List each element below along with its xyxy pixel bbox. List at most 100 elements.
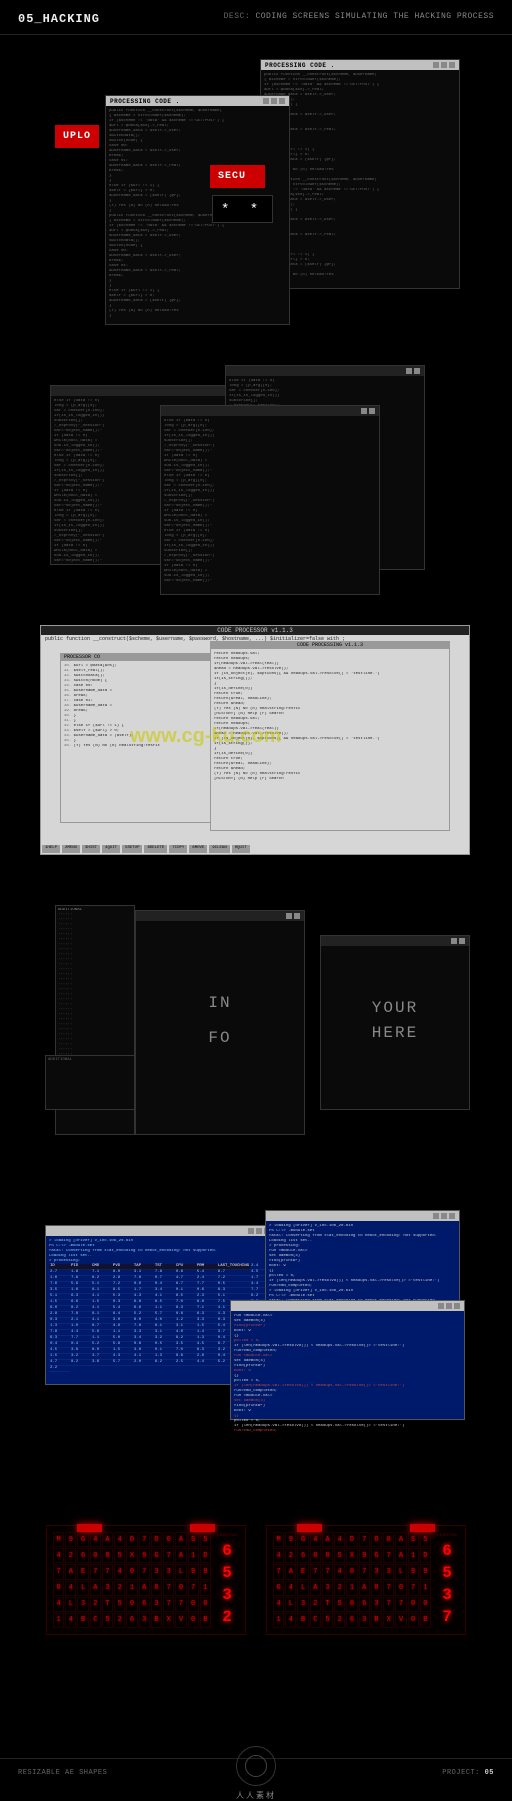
cipher-cell: M (53, 1532, 64, 1547)
terminal-footer-button[interactable]: 6DELETE (144, 845, 167, 853)
window-titlebar[interactable] (266, 1211, 459, 1221)
cipher-cell: 0 (273, 1581, 284, 1596)
editor-window-3: else if (data != 0) long = (p_arg)[0]; v… (160, 405, 380, 595)
cipher-cell: A (65, 1564, 76, 1579)
cipher-cell: B (77, 1613, 88, 1628)
cipher-cell: L (395, 1564, 406, 1579)
cipher-digit: 6 (435, 1542, 459, 1560)
cipher-cell: S (408, 1532, 419, 1547)
window-body: return headups.val;return headups; if(he… (211, 649, 449, 785)
cipher-cell: X (346, 1548, 357, 1563)
window-titlebar[interactable] (161, 406, 379, 416)
section-1-dark-code: UPLO PROCESSING CODE . public function _… (0, 35, 512, 345)
cipher-cell: 8 (151, 1581, 162, 1596)
cipher-cell: A (310, 1581, 321, 1596)
cipher-cell: 2 (90, 1597, 101, 1612)
cipher-cell: 5 (420, 1532, 431, 1547)
stars-box: * * (212, 195, 273, 223)
cipher-cell: 4 (65, 1581, 76, 1596)
secure-badge: SECU (210, 165, 265, 188)
terminal-footer-button[interactable]: 8MOVE (189, 845, 207, 853)
footer-logo-icon (236, 1746, 276, 1786)
cipher-cell: L (297, 1581, 308, 1596)
cipher-cell: A (90, 1581, 101, 1596)
cipher-cell: 4 (334, 1532, 345, 1547)
page-description: DESC: CODING SCREENS SIMULATING THE HACK… (224, 12, 494, 21)
cipher-digit: 3 (435, 1586, 459, 1604)
cipher-cell: B (420, 1613, 431, 1628)
cipher-cell: 4 (114, 1564, 125, 1579)
terminal-footer-button[interactable]: 1HELP (42, 845, 60, 853)
window-titlebar[interactable] (321, 936, 469, 946)
cipher-cell: 7 (322, 1564, 333, 1579)
cipher-label: LOADING (435, 1534, 459, 1538)
cipher-cell: B (371, 1613, 382, 1628)
cipher-cell: 1 (126, 1581, 137, 1596)
cipher-digit: 5 (215, 1564, 239, 1582)
cipher-cell: C (310, 1613, 321, 1628)
cipher-cell: 8 (371, 1581, 382, 1596)
terminal-footer-button[interactable]: 5SETUP (122, 845, 142, 853)
cipher-cell: 7 (102, 1564, 113, 1579)
cipher-cell: 7 (359, 1532, 370, 1547)
cipher-cell: G (77, 1532, 88, 1547)
cipher-cell: 6 (126, 1613, 137, 1628)
cipher-cell: A (139, 1581, 150, 1596)
window-body: public function __construct($scheme, $us… (261, 70, 459, 286)
cipher-cell: O (151, 1532, 162, 1547)
cipher-cell: 4 (273, 1548, 284, 1563)
cipher-cell: D (420, 1548, 431, 1563)
cipher-cell: 1 (420, 1581, 431, 1596)
cipher-cell: 9 (200, 1564, 211, 1579)
section-2-editors: else if (data != 0) long = (p_arg)[0]; v… (0, 365, 512, 605)
terminal-footer-button[interactable]: 0QUIT (232, 845, 250, 853)
cipher-cell: 0 (126, 1564, 137, 1579)
placeholder-line: FO (208, 1036, 231, 1041)
window-titlebar[interactable]: PROCESSING CODE . (261, 60, 459, 70)
cipher-cell: 7 (163, 1581, 174, 1596)
terminal-footer-button[interactable]: 7COPY (169, 845, 187, 853)
window-titlebar[interactable] (51, 386, 254, 396)
terminal-footer-button[interactable]: 3HIST (82, 845, 100, 853)
cipher-cell: 7 (310, 1564, 321, 1579)
cipher-cell: L (65, 1597, 76, 1612)
cipher-cell: E (297, 1564, 308, 1579)
window-controls[interactable] (263, 98, 285, 104)
window-titlebar[interactable] (226, 366, 424, 376)
window-titlebar[interactable] (231, 1301, 464, 1311)
cipher-cell: 1 (53, 1613, 64, 1628)
cipher-cell: 4 (114, 1532, 125, 1547)
cipher-digit: 5 (435, 1564, 459, 1582)
cipher-cell: 7 (395, 1597, 406, 1612)
terminal-footer-button[interactable]: 9CLEAN (209, 845, 229, 853)
cipher-cell: 2 (114, 1581, 125, 1596)
cipher-cell: 1 (408, 1548, 419, 1563)
window-titlebar[interactable] (136, 911, 304, 921)
cipher-cell: 9 (359, 1548, 370, 1563)
cipher-grid: M9G4A4D7O0AS5426085X9G7A1D7AE7740733L990… (273, 1532, 431, 1628)
cipher-cell: B (151, 1613, 162, 1628)
cipher-cell: 0 (310, 1548, 321, 1563)
upload-badge: UPLO (55, 125, 99, 148)
cipher-cell: 7 (163, 1548, 174, 1563)
cipher-cell: 9 (139, 1548, 150, 1563)
cipher-cell: M (273, 1532, 284, 1547)
cipher-cell: 3 (77, 1597, 88, 1612)
cipher-cell: 4 (53, 1548, 64, 1563)
window-titlebar[interactable] (46, 1226, 274, 1236)
cipher-cell: 8 (322, 1548, 333, 1563)
cipher-cell: A (175, 1548, 186, 1563)
cipher-cell: 0 (163, 1532, 174, 1547)
terminal-footer-button[interactable]: 4QUIT (102, 845, 120, 853)
cipher-cell: 1 (200, 1581, 211, 1596)
stars-text: * * (221, 202, 264, 218)
terminal-footer-button[interactable]: 2MENU (62, 845, 80, 853)
section-5-blue-console: > loading [driver] v_10c.10b_20.binPS C:… (0, 1205, 512, 1465)
cipher-side: LOADING 6 5 3 2 (211, 1532, 239, 1628)
window-controls[interactable] (433, 62, 455, 68)
cipher-cell: X (163, 1613, 174, 1628)
cipher-cell: 0 (188, 1597, 199, 1612)
cipher-cell: 4 (273, 1597, 284, 1612)
cipher-cell: L (285, 1597, 296, 1612)
window-titlebar[interactable]: PROCESSING CODE . (106, 96, 289, 106)
